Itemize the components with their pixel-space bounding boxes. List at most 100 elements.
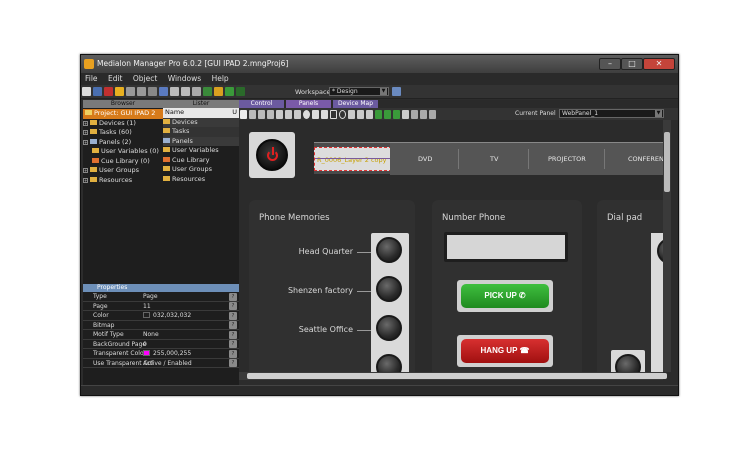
nav-tv[interactable]: TV: [490, 155, 498, 163]
edit-icon[interactable]: ?: [229, 359, 237, 367]
tool-icon[interactable]: [249, 110, 256, 119]
memory-knob[interactable]: [376, 276, 402, 302]
memory-knob[interactable]: [376, 315, 402, 341]
tab-control[interactable]: Control: [239, 100, 284, 108]
tab-lister[interactable]: Lister: [163, 100, 239, 108]
edit-icon[interactable]: ?: [229, 311, 237, 320]
dial-key[interactable]: [615, 354, 641, 372]
forward-icon[interactable]: [225, 87, 234, 96]
save-icon[interactable]: [93, 87, 102, 96]
edit-icon[interactable]: ?: [229, 302, 237, 310]
property-row[interactable]: Color 032,032,032?: [83, 311, 239, 321]
list-item[interactable]: Cue Library: [163, 156, 239, 166]
run-icon[interactable]: [115, 87, 124, 96]
panel-canvas[interactable]: R_0006_Layer 2 copy DVD TV PROJECTOR CON…: [239, 120, 663, 372]
property-row[interactable]: Motif Type None?: [83, 330, 239, 340]
vertical-scrollbar[interactable]: [663, 120, 671, 372]
edit-icon[interactable]: ?: [229, 292, 237, 301]
tree-item[interactable]: + Panels (2): [83, 138, 163, 148]
tool-icon[interactable]: [312, 110, 319, 119]
list-item[interactable]: User Variables: [163, 146, 239, 156]
tab-browser[interactable]: Browser: [83, 100, 163, 108]
tool-icon[interactable]: [294, 110, 301, 119]
tool-icon[interactable]: [258, 110, 265, 119]
workspace-select[interactable]: * Design ▼: [329, 87, 389, 96]
property-row[interactable]: Page 11?: [83, 302, 239, 311]
ellipse-tool-icon[interactable]: [339, 110, 346, 119]
list-item[interactable]: User Groups: [163, 165, 239, 175]
edit-icon[interactable]: ?: [229, 321, 237, 329]
properties-tab[interactable]: Properties: [83, 284, 239, 292]
hangup-button[interactable]: HANG UP ☎: [461, 339, 549, 363]
new-icon[interactable]: [82, 87, 91, 96]
tree-item[interactable]: User Variables (0): [83, 147, 163, 157]
tree-item[interactable]: + Tasks (60): [83, 128, 163, 138]
menu-file[interactable]: File: [81, 73, 102, 85]
align-icon[interactable]: [375, 110, 382, 119]
circle-tool-icon[interactable]: [303, 110, 310, 119]
property-row[interactable]: Bitmap?: [83, 321, 239, 330]
tool-icon[interactable]: [267, 110, 274, 119]
menu-edit[interactable]: Edit: [104, 73, 127, 85]
property-row[interactable]: Use Transparent ColActive / Enabled?: [83, 359, 239, 368]
memory-knob[interactable]: [376, 237, 402, 263]
lock-icon[interactable]: [214, 87, 223, 96]
minimize-button[interactable]: –: [599, 58, 621, 70]
tree-item[interactable]: Cue Library (0): [83, 157, 163, 167]
tree-item[interactable]: + Resources: [83, 176, 163, 186]
tool-icon[interactable]: [411, 110, 418, 119]
rect-tool-icon[interactable]: [330, 110, 337, 119]
edit-icon[interactable]: ?: [229, 349, 237, 358]
pickup-button[interactable]: PICK UP ✆: [461, 284, 549, 308]
scroll-thumb[interactable]: [664, 132, 670, 192]
find-icon[interactable]: [159, 87, 168, 96]
play-icon[interactable]: [148, 87, 157, 96]
list-item[interactable]: Devices: [163, 117, 239, 127]
tool-icon[interactable]: [429, 110, 436, 119]
tool-icon[interactable]: [366, 110, 373, 119]
tab-panels[interactable]: Panels: [286, 100, 331, 108]
nav-conference[interactable]: CONFERENCE: [628, 155, 663, 163]
tool-icon[interactable]: [402, 110, 409, 119]
list-item[interactable]: Resources: [163, 175, 239, 185]
layer-copy-placeholder[interactable]: R_0006_Layer 2 copy: [314, 147, 392, 171]
scroll-thumb[interactable]: [247, 373, 667, 379]
refresh-icon[interactable]: [203, 87, 212, 96]
align-icon[interactable]: [384, 110, 391, 119]
number-display[interactable]: [447, 235, 565, 259]
property-row[interactable]: BackGround Page0?: [83, 340, 239, 349]
text-tool-icon[interactable]: [357, 110, 364, 119]
current-panel-select[interactable]: WebPanel_1 ▼: [559, 109, 664, 118]
tree-item[interactable]: + Devices (1): [83, 119, 163, 129]
step-icon[interactable]: [126, 87, 135, 96]
line-tool-icon[interactable]: [348, 110, 355, 119]
property-row[interactable]: Transparent Color 255,000,255?: [83, 349, 239, 359]
edit-icon[interactable]: ?: [229, 340, 237, 348]
tool-icon[interactable]: [285, 110, 292, 119]
property-row[interactable]: Type Page?: [83, 292, 239, 302]
list-item[interactable]: Panels: [163, 136, 239, 146]
horizontal-scrollbar[interactable]: [239, 372, 667, 380]
stop-icon[interactable]: [104, 87, 113, 96]
tree-item[interactable]: + User Groups: [83, 166, 163, 176]
menu-help[interactable]: Help: [208, 73, 233, 85]
tool-icon[interactable]: [321, 110, 328, 119]
menu-windows[interactable]: Windows: [164, 73, 205, 85]
power-button[interactable]: [256, 139, 288, 171]
pointer-icon[interactable]: [240, 110, 247, 119]
maximize-button[interactable]: □: [621, 58, 643, 70]
tab-device-map[interactable]: Device Map: [333, 100, 378, 108]
list-item[interactable]: Tasks: [163, 127, 239, 137]
nav-projector[interactable]: PROJECTOR: [548, 155, 586, 163]
tree-project[interactable]: Project: GUI IPAD 2: [83, 109, 163, 119]
copy-icon[interactable]: [170, 87, 179, 96]
wrench-icon[interactable]: [192, 87, 201, 96]
menu-object[interactable]: Object: [129, 73, 161, 85]
button-tool-icon[interactable]: [276, 110, 283, 119]
tool-icon[interactable]: [420, 110, 427, 119]
clipboard-icon[interactable]: [181, 87, 190, 96]
edit-icon[interactable]: ?: [229, 330, 237, 339]
step-over-icon[interactable]: [137, 87, 146, 96]
workspace-icon[interactable]: [392, 87, 401, 96]
nav-dvd[interactable]: DVD: [418, 155, 432, 163]
